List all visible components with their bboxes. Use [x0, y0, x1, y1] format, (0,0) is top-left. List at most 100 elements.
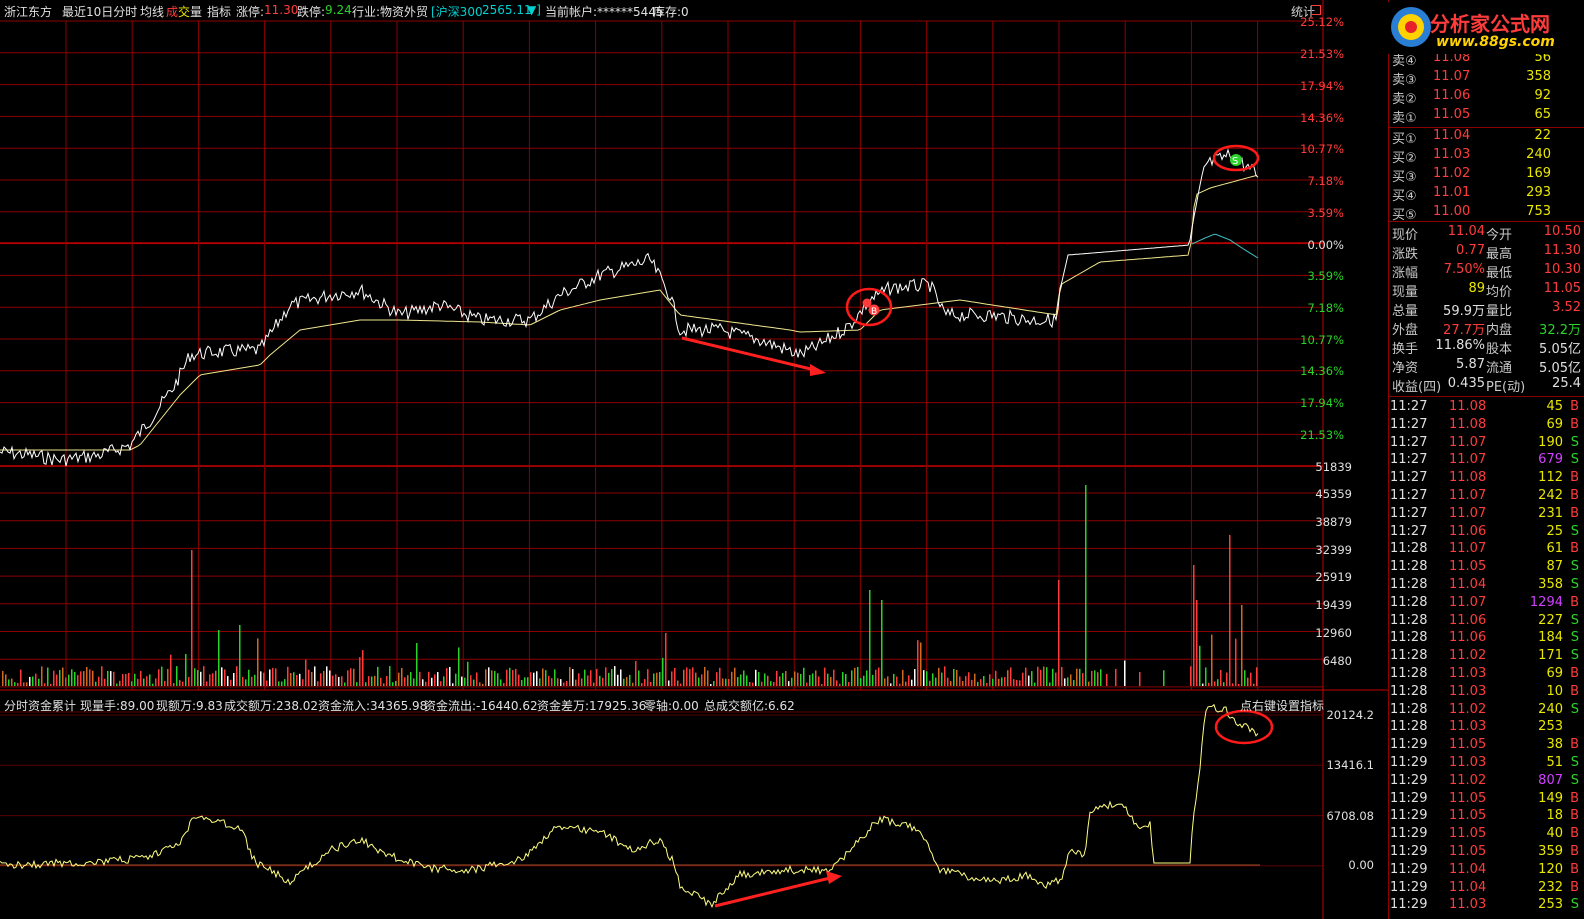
volume-bar: [479, 682, 481, 686]
volume-bar: [287, 666, 289, 686]
quote-label: 量比: [1486, 304, 1513, 319]
tick-price: 11.08: [1449, 399, 1487, 414]
volume-bar: [971, 679, 973, 686]
volume-bar: [1097, 672, 1099, 686]
volume-bar: [887, 676, 889, 686]
tick-time: 11:27: [1390, 452, 1428, 468]
sell-row[interactable]: 卖③ 11.07 358: [1389, 68, 1584, 88]
indicator-turnover: 成交额万:238.02: [224, 699, 319, 713]
tick-volume: 184: [1538, 630, 1563, 646]
volume-bar: [509, 667, 511, 686]
volume-bar: [83, 671, 85, 686]
volume-bar: [1094, 670, 1096, 686]
volume-bar: [284, 679, 286, 686]
tick-volume: 227: [1538, 612, 1563, 628]
volume-bar: [278, 681, 280, 686]
volume-bar: [695, 672, 697, 686]
tick-side: B: [1570, 488, 1579, 503]
buy-row[interactable]: 买⑤ 11.00 753: [1389, 203, 1584, 223]
volume-bar: [191, 550, 193, 686]
volume-bar: [95, 681, 97, 686]
quote-value: 59.9万: [1443, 304, 1485, 319]
volume-bar: [575, 679, 577, 686]
volume-bar: [854, 667, 856, 686]
volume-bar: [422, 679, 424, 686]
tick-row: 11:27 11.08 112 B: [1389, 469, 1584, 487]
tick-volume: 679: [1538, 452, 1563, 468]
volume-bar: [1091, 670, 1093, 686]
tick-price: 11.04: [1449, 577, 1487, 592]
volume-bar: [758, 671, 760, 686]
tick-row: 11:28 11.07 1294 B: [1389, 594, 1584, 612]
volume-bar: [968, 672, 970, 686]
volume-bar: [200, 671, 202, 686]
volume-bar: [1163, 670, 1165, 686]
volume-bar: [344, 682, 346, 686]
volume-bar: [689, 669, 691, 686]
volume-bar: [992, 678, 994, 686]
sell-label: 卖②: [1392, 92, 1417, 107]
price-line: [0, 148, 1259, 467]
quote-value: 27.7万: [1443, 323, 1485, 338]
volume-bar: [803, 667, 805, 686]
volume-bar: [173, 683, 175, 686]
volume-bar: [134, 673, 136, 686]
tick-side: B: [1570, 416, 1579, 432]
volume-bar: [314, 666, 316, 686]
volume-bar: [152, 683, 154, 686]
buy-price: 11.00: [1433, 204, 1471, 219]
volume-bar: [1028, 675, 1030, 686]
volume-bar: [65, 677, 67, 686]
volume-bar: [335, 674, 337, 686]
volume-bar: [812, 673, 814, 686]
sell-price: 11.05: [1433, 107, 1471, 122]
tick-volume: 25: [1546, 523, 1563, 539]
buy-price: 11.01: [1433, 185, 1471, 200]
volume-bar: [500, 679, 502, 686]
indicator-name[interactable]: 分时资金累计: [4, 697, 76, 714]
indicator-settings-link[interactable]: 点右键设置指标: [1240, 697, 1324, 714]
quote-label: 外盘: [1392, 323, 1419, 338]
quote-value: 5.05亿: [1539, 361, 1581, 376]
volume-bar: [635, 661, 637, 686]
quote-label: 现价: [1392, 228, 1419, 243]
volume-bar: [809, 675, 811, 686]
volume-bar: [461, 676, 463, 686]
tick-volume: 10: [1546, 683, 1563, 699]
volume-bar: [236, 666, 238, 686]
buy-label: 买①: [1392, 132, 1417, 147]
volume-bar: [653, 673, 655, 686]
tick-price: 11.03: [1449, 666, 1487, 681]
tick-side: B: [1570, 826, 1579, 842]
sell-row[interactable]: 卖① 11.05 65: [1389, 106, 1584, 126]
volume-bar: [1022, 672, 1024, 686]
buy-row[interactable]: 买② 11.03 240: [1389, 146, 1584, 166]
tick-row: 11:29 11.03 51 S: [1389, 754, 1584, 772]
tick-volume: 45: [1546, 399, 1563, 414]
quote-panel: 卖④ 11.08 56 卖③ 11.07 358 卖② 11.06 92 卖① 11.05 65 买①…: [1388, 0, 1584, 919]
volume-bar: [1010, 667, 1012, 686]
volume-bar: [257, 638, 259, 686]
quote-value: 10.50: [1543, 224, 1581, 239]
volume-bar: [995, 670, 997, 686]
volume-bar: [89, 669, 91, 686]
volume-bar: [599, 675, 601, 686]
tick-volume: 232: [1538, 879, 1563, 895]
volume-bar: [233, 672, 235, 686]
volume-bar: [620, 669, 622, 686]
tick-row: 11:28 11.05 87 S: [1389, 558, 1584, 576]
tick-side: B: [1570, 808, 1579, 824]
tick-time: 11:27: [1390, 399, 1428, 414]
flow-up-arrowhead: [826, 871, 842, 884]
buy-row[interactable]: 买① 11.04 22: [1389, 127, 1584, 147]
tick-volume: 38: [1546, 737, 1563, 753]
indicator-zero-axis: 零轴:0.00: [644, 699, 699, 713]
tick-time: 11:28: [1390, 719, 1428, 735]
volume-bar: [719, 667, 721, 686]
buy-row[interactable]: 买④ 11.01 293: [1389, 184, 1584, 204]
quote-value: 10.30: [1543, 262, 1581, 277]
buy-row[interactable]: 买③ 11.02 169: [1389, 165, 1584, 185]
tick-price: 11.06: [1449, 630, 1487, 646]
volume-bar: [68, 674, 70, 686]
sell-row[interactable]: 卖② 11.06 92: [1389, 87, 1584, 107]
